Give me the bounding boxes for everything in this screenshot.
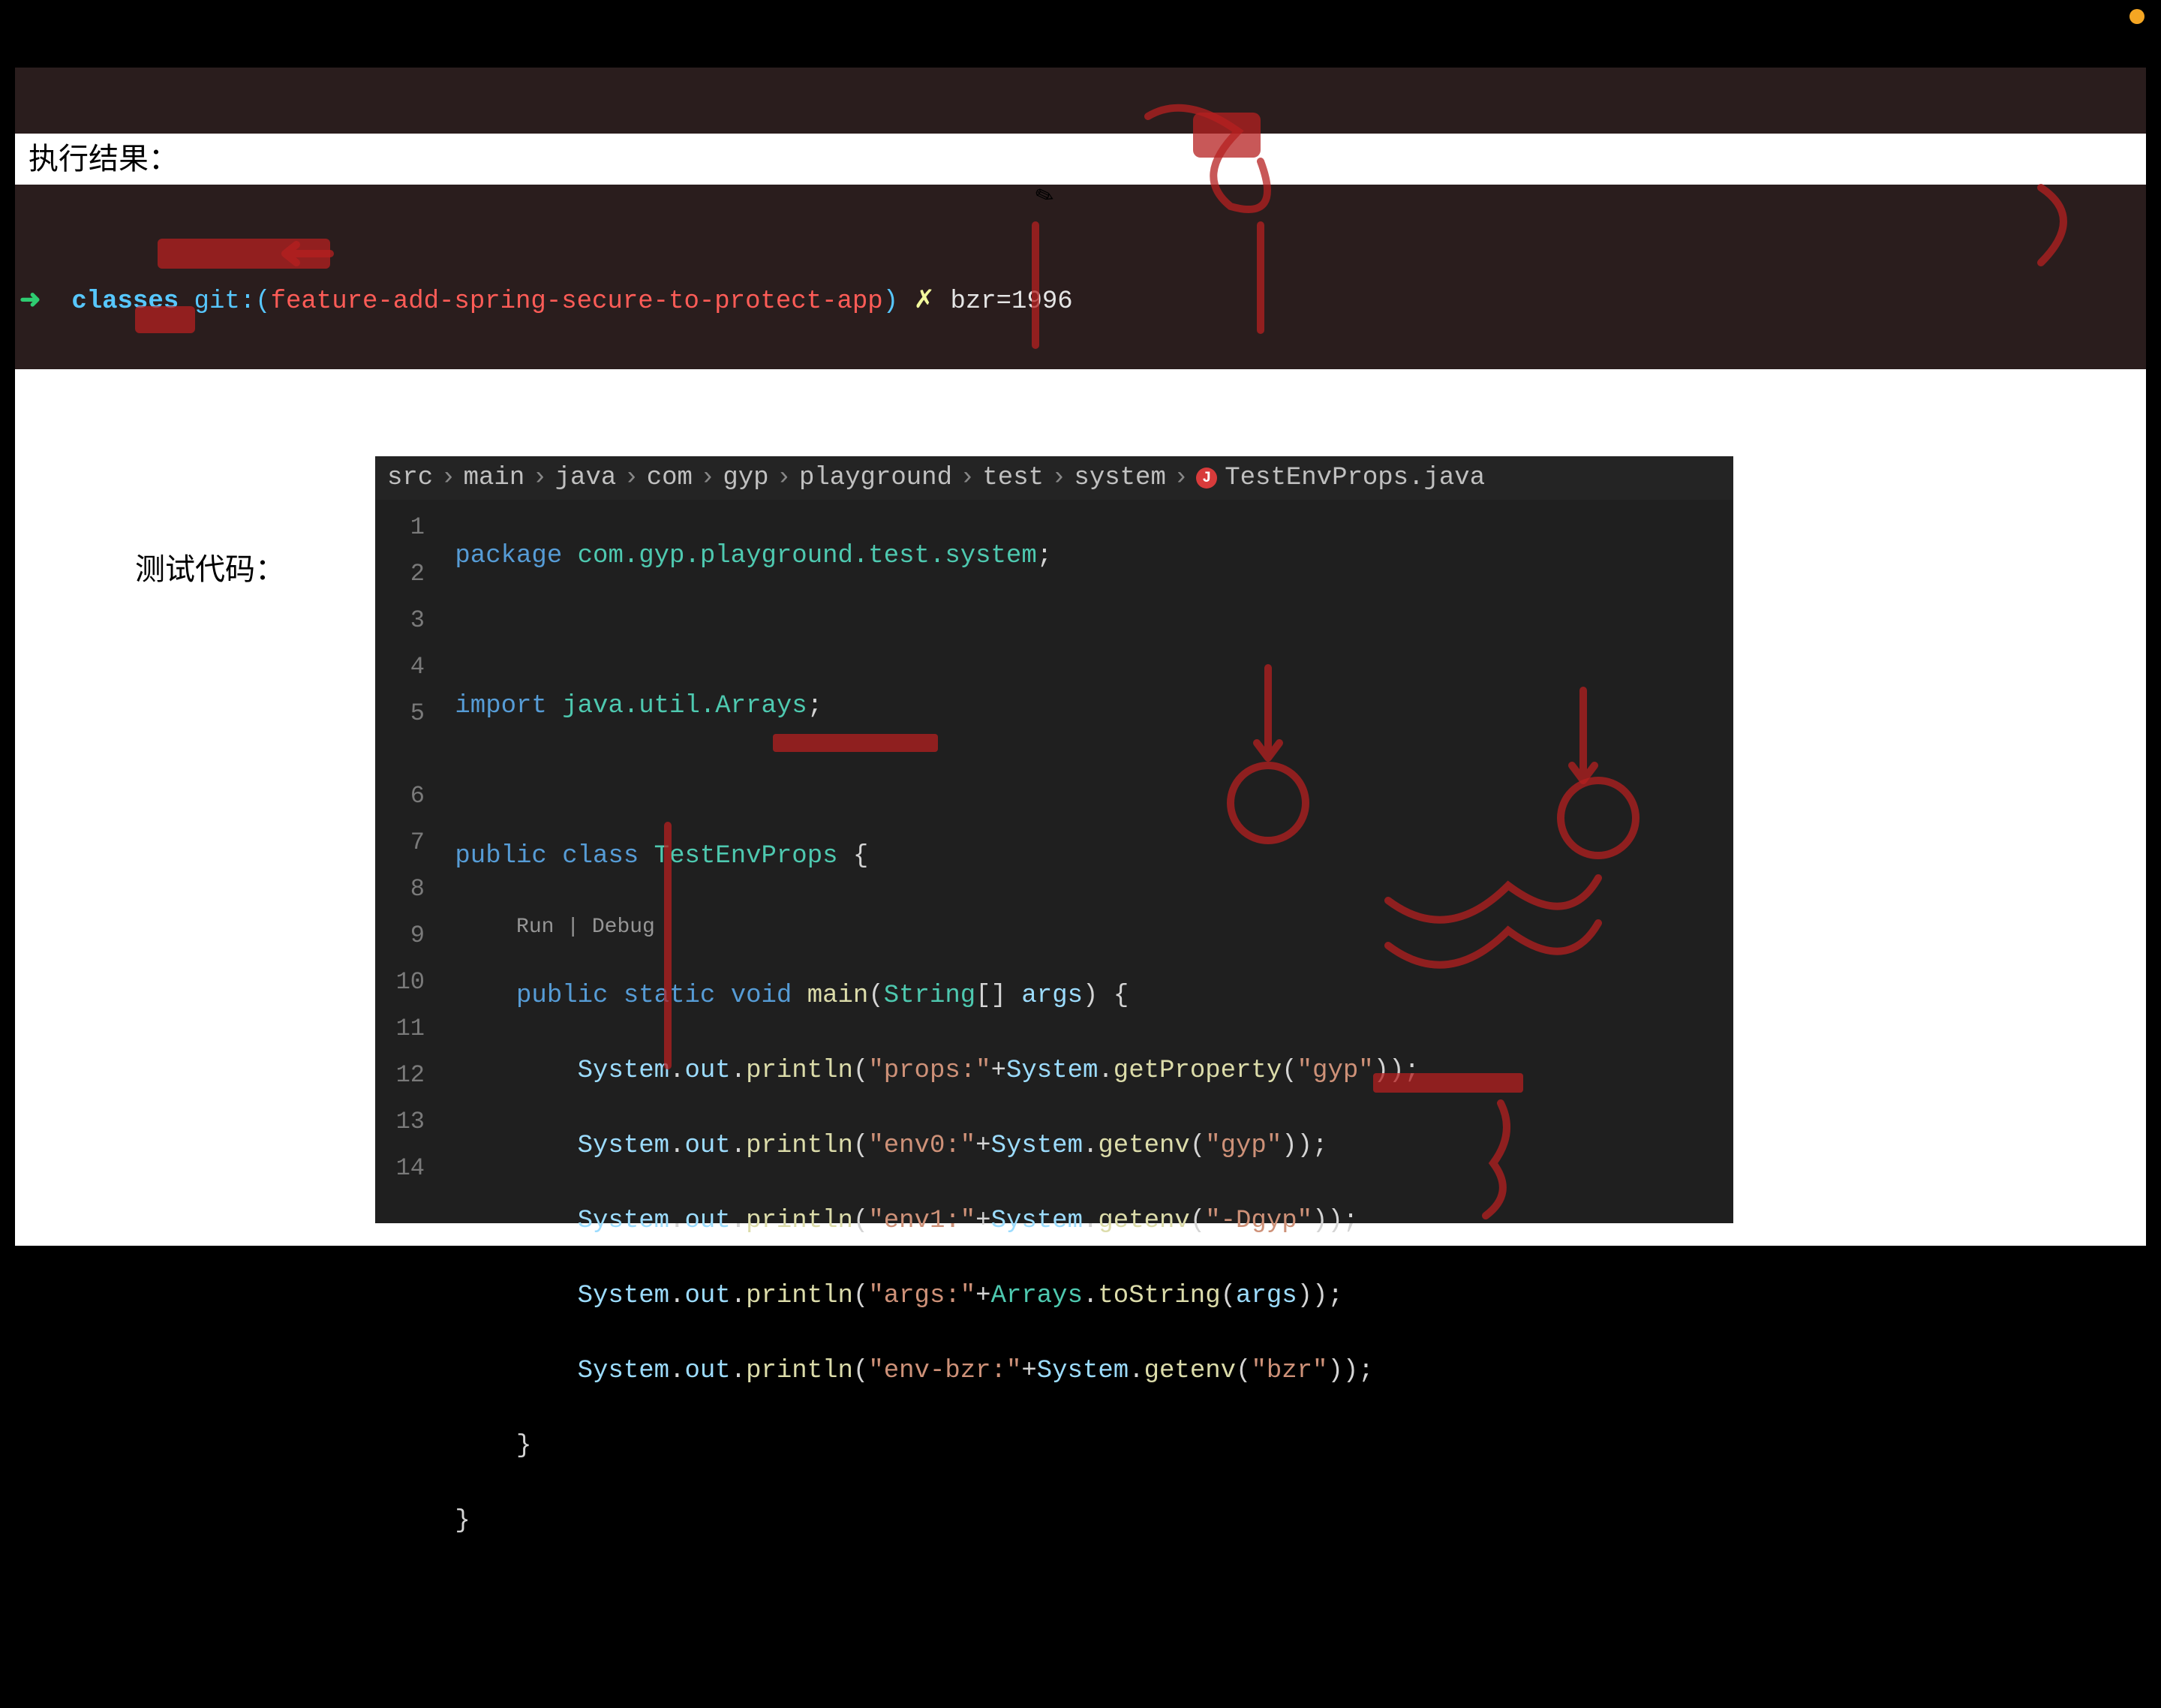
cmd-1: bzr=1996 — [950, 287, 1072, 316]
chevron-right-icon: › — [960, 464, 975, 492]
breadcrumb-item[interactable]: java — [555, 464, 617, 492]
chevron-right-icon: › — [1051, 464, 1066, 492]
line-gutter: 1 2 3 4 5 6 7 8 9 10 11 12 13 14 — [375, 500, 440, 1681]
chevron-right-icon: › — [1174, 464, 1189, 492]
terminal-line: ➜ classes git:(feature-add-spring-secure… — [20, 285, 2141, 318]
chevron-right-icon: › — [777, 464, 792, 492]
codelens-run-debug[interactable]: Run | Debug — [516, 916, 655, 939]
code-editor[interactable]: src› main› java› com› gyp› playground› t… — [375, 456, 1733, 1223]
git-dirty: ✗ — [914, 287, 936, 316]
chevron-right-icon: › — [532, 464, 547, 492]
terminal-panel[interactable]: 执行结果： ➜ classes git:(feature-add-spring-… — [15, 68, 2146, 369]
breadcrumb-item[interactable]: main — [464, 464, 525, 492]
exec-result-label: 执行结果： — [15, 134, 2146, 185]
git-post: ) — [883, 287, 898, 316]
breadcrumb[interactable]: src› main› java› com› gyp› playground› t… — [375, 456, 1733, 500]
git-branch: feature-add-spring-secure-to-protect-app — [271, 287, 883, 316]
java-file-icon: J — [1196, 468, 1217, 489]
git-pre: git:( — [194, 287, 271, 316]
prompt-dir: classes — [71, 287, 179, 316]
recording-indicator — [2129, 9, 2144, 24]
breadcrumb-item[interactable]: src — [387, 464, 433, 492]
breadcrumb-item[interactable]: com — [647, 464, 693, 492]
prompt-arrow: ➜ — [20, 287, 41, 316]
breadcrumb-item[interactable]: test — [982, 464, 1044, 492]
breadcrumb-item[interactable]: playground — [799, 464, 952, 492]
breadcrumb-item[interactable]: system — [1074, 464, 1165, 492]
chevron-right-icon: › — [624, 464, 639, 492]
code-content[interactable]: package com.gyp.playground.test.system; … — [440, 500, 1420, 1681]
breadcrumb-file[interactable]: TestEnvProps.java — [1225, 464, 1485, 492]
chevron-right-icon: › — [440, 464, 455, 492]
test-code-label: 测试代码： — [135, 545, 285, 588]
breadcrumb-item[interactable]: gyp — [723, 464, 768, 492]
chevron-right-icon: › — [700, 464, 715, 492]
